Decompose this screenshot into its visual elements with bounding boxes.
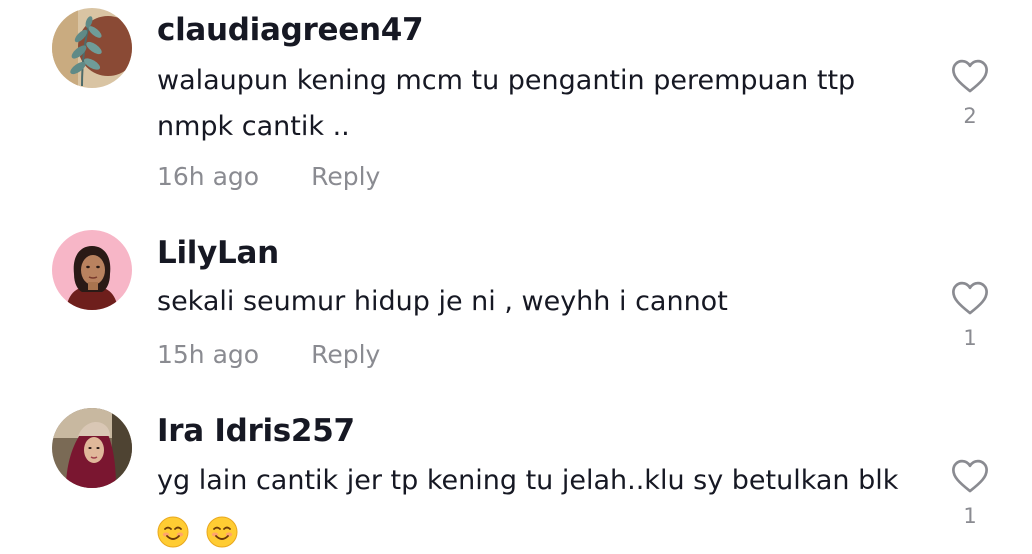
timestamp: 16h ago bbox=[157, 162, 260, 191]
heart-icon[interactable] bbox=[951, 280, 989, 316]
timestamp: 15h ago bbox=[157, 340, 260, 369]
comment-meta: 16h ago Reply bbox=[157, 162, 380, 191]
smiling-face-emoji-icon bbox=[206, 516, 238, 547]
heart-icon[interactable] bbox=[951, 58, 989, 94]
like-count: 2 bbox=[963, 104, 977, 128]
comment-text: yg lain cantik jer tp kening tu jelah..k… bbox=[157, 458, 927, 554]
like-count: 1 bbox=[963, 326, 977, 350]
heart-icon[interactable] bbox=[951, 458, 989, 494]
like-control: 2 bbox=[948, 58, 992, 128]
like-count: 1 bbox=[963, 504, 977, 528]
avatar[interactable] bbox=[52, 408, 132, 488]
comment-text: walaupun kening mcm tu pengantin perempu… bbox=[157, 58, 927, 150]
comment-text-line: nmpk cantik .. bbox=[157, 111, 350, 142]
username[interactable]: claudiagreen47 bbox=[157, 12, 424, 48]
emoji-row bbox=[157, 504, 927, 554]
comment-item: Ira Idris257 yg lain cantik jer tp kenin… bbox=[0, 395, 1032, 554]
smiling-face-emoji-icon bbox=[157, 516, 189, 547]
comment-item: claudiagreen47 walaupun kening mcm tu pe… bbox=[0, 0, 1032, 215]
comment-item: LilyLan sekali seumur hidup je ni , weyh… bbox=[0, 215, 1032, 395]
hijab-portrait-avatar-icon bbox=[52, 408, 132, 488]
username[interactable]: LilyLan bbox=[157, 235, 279, 271]
avatar[interactable] bbox=[52, 8, 132, 88]
like-control: 1 bbox=[948, 280, 992, 350]
plant-leaf-avatar-icon bbox=[52, 8, 132, 88]
comment-meta: 15h ago Reply bbox=[157, 340, 380, 369]
comment-text-line: walaupun kening mcm tu pengantin perempu… bbox=[157, 65, 856, 96]
reply-button[interactable]: Reply bbox=[311, 162, 380, 191]
avatar[interactable] bbox=[52, 230, 132, 310]
reply-button[interactable]: Reply bbox=[311, 340, 380, 369]
girl-portrait-avatar-icon bbox=[52, 230, 132, 310]
username[interactable]: Ira Idris257 bbox=[157, 413, 355, 449]
comment-text-line: yg lain cantik jer tp kening tu jelah..k… bbox=[157, 465, 899, 496]
comment-text: sekali seumur hidup je ni , weyhh i cann… bbox=[157, 279, 927, 325]
like-control: 1 bbox=[948, 458, 992, 528]
comment-text-line: sekali seumur hidup je ni , weyhh i cann… bbox=[157, 286, 728, 317]
